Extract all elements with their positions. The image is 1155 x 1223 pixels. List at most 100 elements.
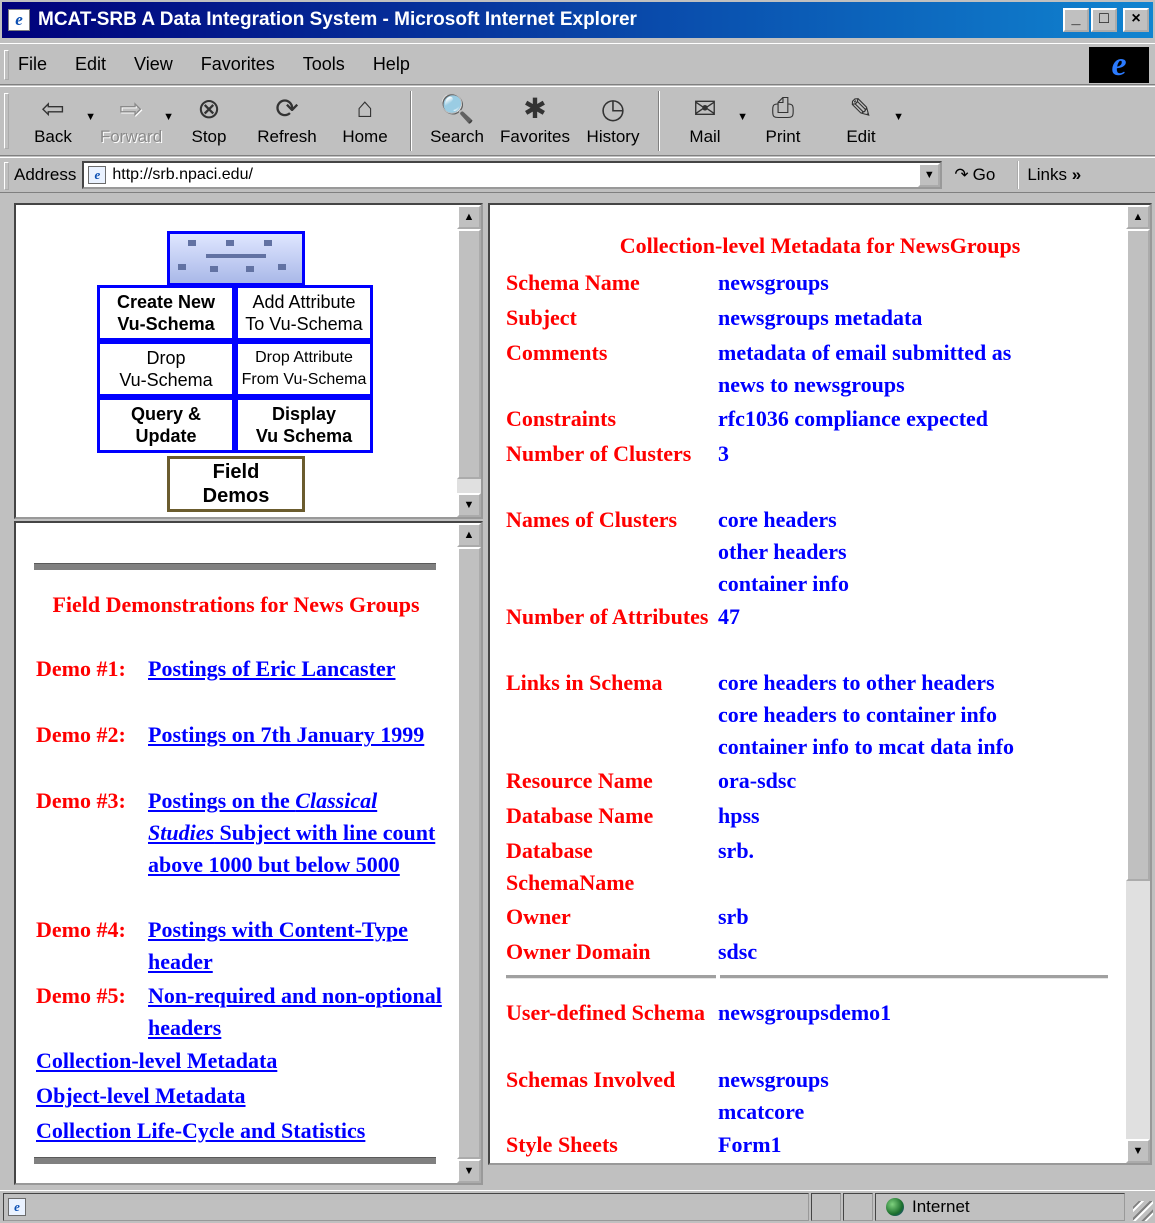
- maximize-button[interactable]: □: [1091, 8, 1117, 32]
- address-grip[interactable]: [4, 162, 9, 190]
- metadata-value-line: 3: [718, 441, 729, 466]
- address-input[interactable]: e http://srb.npaci.edu/ ▼: [82, 161, 943, 189]
- display-vu-schema-button[interactable]: Display Vu Schema: [235, 397, 373, 453]
- metadata-row: Resource Name ora-sdsc: [506, 765, 1126, 797]
- metadata-value-line: srb: [718, 904, 749, 929]
- stop-label: Stop: [191, 127, 227, 146]
- toolbar-grip[interactable]: [4, 93, 9, 149]
- demo-link[interactable]: Postings with Content-Type header: [148, 914, 446, 978]
- minimize-button[interactable]: _: [1063, 8, 1089, 32]
- resize-grip[interactable]: [1133, 1201, 1153, 1221]
- metadata-row: Number of Clusters 3: [506, 438, 1126, 470]
- metadata-key: Schemas Involved: [506, 1067, 676, 1092]
- demo-link[interactable]: Postings on the Classical Studies Subjec…: [148, 785, 446, 881]
- forward-button[interactable]: ⇨ Forward ▼: [92, 87, 174, 153]
- favorites-button[interactable]: ✱ Favorites: [496, 87, 574, 153]
- demo-label: Demo #1:: [36, 656, 126, 681]
- history-label: History: [586, 127, 640, 146]
- refresh-button[interactable]: ⟳ Refresh: [248, 87, 326, 153]
- stop-button[interactable]: ⊗ Stop: [170, 87, 248, 153]
- menu-edit[interactable]: Edit: [71, 52, 110, 77]
- home-button[interactable]: ⌂ Home: [326, 87, 404, 153]
- scroll-down-arrow-icon[interactable]: ▼: [457, 493, 481, 517]
- metadata-heading: Collection-level Metadata for NewsGroups: [619, 233, 1021, 258]
- metadata-key: Constraints: [506, 406, 617, 431]
- back-label: Back: [34, 127, 72, 146]
- edit-button[interactable]: ✎ Edit ▼: [822, 87, 904, 153]
- life-cycle-link[interactable]: Collection Life-Cycle and Statistics: [36, 1115, 365, 1147]
- add-attribute-button[interactable]: Add Attribute To Vu-Schema: [235, 285, 373, 341]
- metadata-value-line: newsgroupsdemo1: [718, 1000, 892, 1025]
- metadata-value: srb: [718, 901, 749, 933]
- scroll-up-arrow-icon[interactable]: ▲: [1126, 205, 1150, 229]
- metadata-row: Owner Domain sdsc: [506, 936, 1126, 968]
- address-url[interactable]: http://srb.npaci.edu/: [112, 166, 253, 184]
- demo-link[interactable]: Non-required and non-optional headers: [148, 980, 446, 1044]
- print-button[interactable]: ⎙ Print: [744, 87, 822, 153]
- demo-label: Demo #4:: [36, 917, 126, 942]
- demo-item: Demo #3: Postings on the Classical Studi…: [36, 785, 446, 881]
- demos-heading: Field Demonstrations for News Groups: [52, 592, 420, 617]
- close-button[interactable]: ×: [1123, 8, 1149, 32]
- address-dropdown-icon[interactable]: ▼: [918, 163, 941, 187]
- metadata-value: sdsc: [718, 936, 757, 968]
- query-update-button[interactable]: Query & Update: [97, 397, 235, 453]
- mail-icon: ✉: [693, 92, 717, 124]
- back-button[interactable]: ⇦ Back ▼: [14, 87, 96, 153]
- metadata-frame: Collection-level Metadata for NewsGroups…: [488, 203, 1152, 1165]
- scroll-down-arrow-icon[interactable]: ▼: [1126, 1139, 1150, 1163]
- metadata-value: metadata of email submitted as news to ne…: [718, 337, 1011, 401]
- search-button[interactable]: 🔍 Search: [418, 87, 496, 153]
- metadata-key: Resource Name: [506, 768, 653, 793]
- demos-frame-scrollbar[interactable]: ▲ ▼: [457, 523, 481, 1183]
- demo-link[interactable]: Postings of Eric Lancaster: [148, 653, 395, 685]
- menu-grip[interactable]: [4, 50, 9, 80]
- drop-attr-line2: From Vu-Schema: [241, 371, 367, 388]
- history-icon: ◷: [600, 92, 626, 124]
- zone-label: Internet: [912, 1197, 970, 1216]
- edit-dropdown-icon[interactable]: ▼: [893, 111, 904, 123]
- mail-button[interactable]: ✉ Mail ▼: [666, 87, 748, 153]
- menu-file[interactable]: File: [14, 52, 51, 77]
- metadata-value-line: metadata of email submitted as: [718, 340, 1012, 365]
- object-metadata-link[interactable]: Object-level Metadata: [36, 1080, 246, 1112]
- menu-help[interactable]: Help: [369, 52, 414, 77]
- scroll-thumb[interactable]: [457, 547, 481, 1159]
- menu-view[interactable]: View: [130, 52, 177, 77]
- drop-vu-schema-button[interactable]: Drop Vu-Schema: [97, 341, 235, 397]
- history-button[interactable]: ◷ History: [574, 87, 652, 153]
- metadata-frame-scrollbar[interactable]: ▲ ▼: [1126, 205, 1150, 1163]
- scroll-down-arrow-icon[interactable]: ▼: [457, 1159, 481, 1183]
- scroll-up-arrow-icon[interactable]: ▲: [457, 523, 481, 547]
- demo-link[interactable]: Postings on 7th January 1999: [148, 719, 424, 751]
- create-new-vu-schema-button[interactable]: Create New Vu-Schema: [97, 285, 235, 341]
- menu-bar: File Edit View Favorites Tools Help e: [0, 43, 1155, 85]
- scroll-thumb[interactable]: [1126, 229, 1150, 881]
- menu-favorites[interactable]: Favorites: [197, 52, 279, 77]
- metadata-key: Owner: [506, 904, 571, 929]
- chevron-right-icon: »: [1071, 165, 1082, 184]
- links-button[interactable]: Links »: [1017, 161, 1081, 189]
- print-icon: ⎙: [771, 91, 795, 123]
- forward-arrow-icon: ⇨: [119, 92, 143, 124]
- go-button[interactable]: ↷ Go: [954, 165, 995, 185]
- home-label: Home: [342, 127, 388, 146]
- drop-attr-line1: Drop Attribute: [255, 349, 353, 366]
- search-label: Search: [430, 127, 484, 146]
- collection-metadata-link[interactable]: Collection-level Metadata: [36, 1045, 277, 1077]
- horizontal-rule: [506, 975, 716, 979]
- metadata-value-line: srb.: [718, 838, 755, 863]
- drop-attribute-button[interactable]: Drop Attribute From Vu-Schema: [235, 341, 373, 397]
- metadata-key: Style Sheets: [506, 1132, 618, 1157]
- menu-tools[interactable]: Tools: [299, 52, 349, 77]
- nav-frame-scrollbar[interactable]: ▲ ▼: [457, 205, 481, 517]
- ie-app-icon[interactable]: e: [8, 9, 30, 31]
- metadata-value: newsgroups: [718, 267, 829, 299]
- metadata-value: Form1: [718, 1129, 782, 1161]
- metadata-key: Database SchemaName: [506, 838, 635, 895]
- metadata-key: Comments: [506, 340, 608, 365]
- scroll-thumb[interactable]: [457, 229, 481, 479]
- scroll-up-arrow-icon[interactable]: ▲: [457, 205, 481, 229]
- nav-frame: Create New Vu-Schema Add Attribute To Vu…: [14, 203, 483, 519]
- field-demos-button[interactable]: Field Demos: [167, 456, 305, 512]
